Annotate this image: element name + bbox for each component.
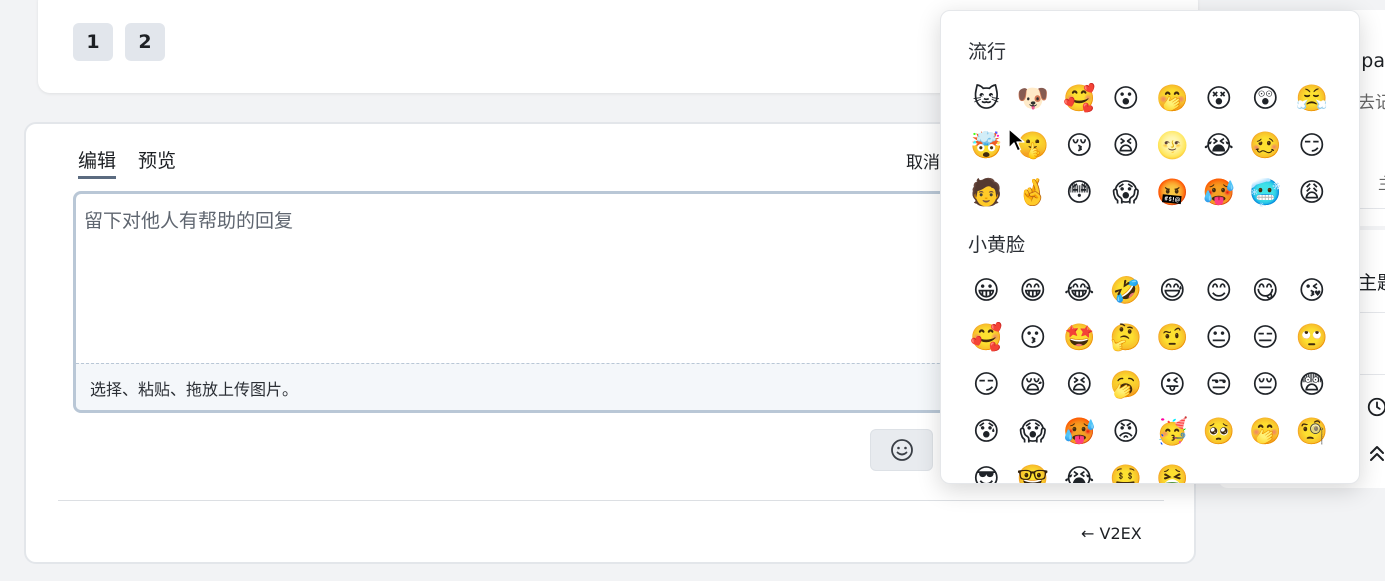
emoji-button[interactable]: 🐱: [963, 75, 1010, 122]
emoji-button[interactable]: 🤞: [1010, 169, 1057, 216]
emoji-button[interactable]: 😐: [1196, 314, 1243, 361]
emoji-button[interactable]: 😱: [1103, 169, 1150, 216]
emoji-button[interactable]: 🥳: [1149, 408, 1196, 455]
emoji-button[interactable]: 😁: [1010, 267, 1057, 314]
emoji-button[interactable]: 🤔: [1103, 314, 1150, 361]
emoji-button[interactable]: 😏: [963, 361, 1010, 408]
emoji-button[interactable]: 🙄: [1289, 314, 1336, 361]
emoji-picker-button[interactable]: [870, 429, 933, 471]
emoji-button[interactable]: 🤭: [1149, 75, 1196, 122]
emoji-button[interactable]: 🥱: [1103, 361, 1150, 408]
emoji-button[interactable]: 🥶: [1242, 169, 1289, 216]
emoji-button[interactable]: 🤓: [1010, 455, 1057, 484]
emoji-button[interactable]: 😔: [1242, 361, 1289, 408]
emoji-button[interactable]: 😩: [1289, 169, 1336, 216]
emoji-button[interactable]: 😡: [1103, 408, 1150, 455]
emoji-button[interactable]: 😱: [1010, 408, 1057, 455]
emoji-button[interactable]: 😂: [1056, 267, 1103, 314]
emoji-button[interactable]: 🥵: [1196, 169, 1243, 216]
emoji-button[interactable]: 😊: [1196, 267, 1243, 314]
emoji-button[interactable]: 😭: [1056, 455, 1103, 484]
emoji-button[interactable]: 🥺: [1196, 408, 1243, 455]
sidebar-section-title: 主题: [1358, 272, 1385, 294]
section-title-popular: 流行: [968, 41, 1007, 63]
emoji-button[interactable]: 😫: [1103, 122, 1150, 169]
emoji-button[interactable]: 😚: [1056, 122, 1103, 169]
cancel-button[interactable]: 取消: [906, 148, 940, 173]
emoji-button[interactable]: 😑: [1242, 314, 1289, 361]
sidebar-subtitle: 去记: [1358, 93, 1385, 113]
emoji-button[interactable]: 😗: [1010, 314, 1057, 361]
emoji-button[interactable]: 😰: [963, 408, 1010, 455]
emoji-button[interactable]: 😳: [1056, 169, 1103, 216]
emoji-button[interactable]: 🥵: [1056, 408, 1103, 455]
emoji-button[interactable]: 😵: [1196, 75, 1243, 122]
page-button-2[interactable]: 2: [125, 23, 165, 61]
tab-preview[interactable]: 预览: [138, 146, 176, 176]
emoji-button[interactable]: 🤩: [1056, 314, 1103, 361]
emoji-button[interactable]: 😅: [1149, 267, 1196, 314]
emoji-button[interactable]: 😜: [1149, 361, 1196, 408]
emoji-button[interactable]: 😮: [1103, 75, 1150, 122]
emoji-button[interactable]: 😀: [963, 267, 1010, 314]
emoji-button[interactable]: 😫: [1056, 361, 1103, 408]
emoji-button[interactable]: 🤭: [1242, 408, 1289, 455]
emoji-button[interactable]: 🥰: [1056, 75, 1103, 122]
mouse-cursor-icon: [1008, 128, 1025, 152]
back-to-home-link[interactable]: ← V2EX: [1081, 524, 1142, 543]
tab-edit[interactable]: 编辑: [78, 146, 117, 179]
emoji-button[interactable]: 😎: [963, 455, 1010, 484]
chevrons-up-icon[interactable]: [1368, 444, 1385, 464]
emoji-button[interactable]: 🧑: [963, 169, 1010, 216]
emoji-button[interactable]: 🥴: [1242, 122, 1289, 169]
emoji-button[interactable]: 🌝: [1149, 122, 1196, 169]
emoji-button[interactable]: 🥰: [963, 314, 1010, 361]
smiley-icon: [890, 439, 913, 461]
section-title-smileys: 小黄脸: [968, 234, 1026, 256]
emoji-button[interactable]: 🤯: [963, 122, 1010, 169]
emoji-button[interactable]: 😲: [1242, 75, 1289, 122]
emoji-button[interactable]: 😪: [1010, 361, 1057, 408]
sidebar-item[interactable]: 主: [1378, 170, 1385, 194]
clock-icon: [1367, 397, 1385, 417]
sidebar-title: lpa: [1356, 50, 1385, 72]
emoji-button[interactable]: 😋: [1242, 267, 1289, 314]
emoji-button[interactable]: 🤨: [1149, 314, 1196, 361]
emoji-button[interactable]: 🤬: [1149, 169, 1196, 216]
emoji-button[interactable]: 😘: [1289, 267, 1336, 314]
emoji-button[interactable]: 🐶: [1010, 75, 1057, 122]
emoji-button[interactable]: 😒: [1196, 361, 1243, 408]
emoji-panel: 流行 🐱 🐶 🥰 😮 🤭 😵 😲 😤 🤯 🤫 😚 😫 🌝 😭 🥴 😏 🧑 🤞 😳 😱 🤬 🥵 🥶 😩 小黄脸 😀 😁 😂 🤣 😅 😊 😋 😘…: [940, 10, 1360, 484]
emoji-button[interactable]: 😭: [1196, 122, 1243, 169]
emoji-button[interactable]: 🤑: [1103, 455, 1150, 484]
emoji-button[interactable]: 😏: [1289, 122, 1336, 169]
emoji-button[interactable]: 😤: [1289, 75, 1336, 122]
divider: [58, 500, 1164, 501]
emoji-grid-smileys: 😀 😁 😂 🤣 😅 😊 😋 😘 🥰 😗 🤩 🤔 🤨 😐 😑 🙄 😏 😪 😫 🥱 😜 😒 😔 😨 😰 😱 🥵 😡 🥳 🥺 🤭 🧐 😎 🤓 😭 🤑 🤮: [963, 267, 1335, 484]
emoji-button[interactable]: 🧐: [1289, 408, 1336, 455]
page-button-1[interactable]: 1: [73, 23, 113, 61]
emoji-button[interactable]: 🤮: [1149, 455, 1196, 484]
emoji-button[interactable]: 🤣: [1103, 267, 1150, 314]
emoji-button[interactable]: 😨: [1289, 361, 1336, 408]
